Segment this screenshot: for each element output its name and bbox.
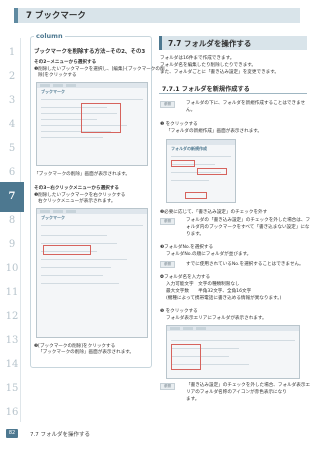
note2-line3: ります。	[186, 232, 204, 237]
step4-line2: 入力可能文字 文字の種類制限なし	[166, 282, 240, 287]
note-label-2: 参照	[160, 218, 175, 225]
column-step1-heading: その2−メニューから選択する	[34, 60, 97, 65]
section-title: 7.7 フォルダを操作する	[168, 39, 252, 48]
step3-line2: フォルダNo.の順にフォルダが並びます。	[166, 252, 252, 257]
step2-line1: ❷必要に応じて、「書き込み設定」のチェックを外す	[160, 210, 268, 215]
step1-line2: 「フォルダの新規作成」画面が表示されます。	[166, 129, 263, 134]
column-step3-line2: 「ブックマークの削除」画面が表示されます。	[38, 350, 135, 355]
section-intro-2: フォルダ名を編集したり削除したりできます。	[160, 63, 257, 68]
step4-line1: ❹フォルダ名を入力する	[160, 275, 211, 280]
step3-line1: ❸フォルダNo.を選択する	[160, 245, 214, 250]
step1-line1: ❶ をクリックする	[160, 122, 198, 127]
column-tag: column	[34, 32, 65, 40]
note5-line1: 「書き込み設定」のチェックを外した場合、フォルダ表示エ	[186, 383, 311, 388]
step4-line3: 最大文字数 半角32文字、全角16文字	[166, 289, 252, 294]
section-intro-1: フォルダは16件まで作成できます。	[160, 56, 235, 61]
shot1-title: ブックマーク	[41, 89, 65, 94]
column-caption1: 「ブックマークの削除」画面が表示されます。	[34, 172, 131, 177]
screenshot-folder-area	[166, 325, 300, 379]
subsection-title: 7.7.1 フォルダを新規作成する	[162, 86, 250, 93]
chapter-title: 7 ブックマーク	[26, 11, 86, 21]
note-label-1: 参照	[160, 101, 175, 108]
column-step1-line2: 除]をクリックする	[38, 73, 77, 78]
shot2-title: ブックマーク	[41, 215, 65, 220]
step5-line2: フォルダ表示エリアにフォルダが表示されます。	[166, 316, 267, 321]
step4-line4: (機種によって携帯電話に書き込める情報が異なります。)	[166, 296, 282, 301]
note1-line2: ん。	[186, 108, 196, 113]
note2-line2: ォルダ内のブックマークをすべて「書き込まない設定」にな	[186, 225, 310, 230]
tab-16[interactable]: 16	[0, 398, 24, 428]
step5-line1: ❺ をクリックする	[160, 309, 198, 314]
screenshot-context-menu: ブックマーク	[36, 208, 148, 338]
section-intro-3: また、フォルダごとに「書き込み設定」を変更できます。	[160, 70, 279, 75]
column-step2-line2: 右クリックメニューが表示されます。	[38, 199, 116, 204]
page-number: 82	[6, 429, 18, 438]
column-step2-heading: その3−右クリックメニューから選択する	[34, 186, 119, 191]
section-header: 7.7 フォルダを操作する	[159, 36, 307, 50]
note-label-5: 参照	[160, 383, 175, 390]
note5-line2: リアのフォルダ名称のアイコンが赤色表示になり	[186, 390, 287, 395]
chapter-header: 7 ブックマーク	[14, 8, 300, 23]
note1-line1: フォルダの下に、フォルダを新規作成することはできませ	[186, 101, 306, 106]
screenshot-new-folder-dialog: フォルダの新規作成	[166, 139, 236, 203]
footer-section-title: 7.7 フォルダを操作する	[30, 432, 90, 438]
dialog-title: フォルダの新規作成	[171, 146, 207, 151]
note2-line1: フォルダの「書き込み設定」のチェックを外した場合は、フ	[186, 218, 311, 223]
note3-line1: すでに使用されているNo.を選択することはできません。	[186, 262, 304, 267]
column-title: ブックマークを削除する方法−その2、その3	[34, 49, 146, 55]
note-label-3: 参照	[160, 261, 175, 268]
note5-line3: ます。	[186, 397, 200, 402]
screenshot-bookmark-menu: ブックマーク	[36, 82, 148, 166]
subsection-header: 7.7.1 フォルダを新規作成する	[159, 82, 307, 94]
